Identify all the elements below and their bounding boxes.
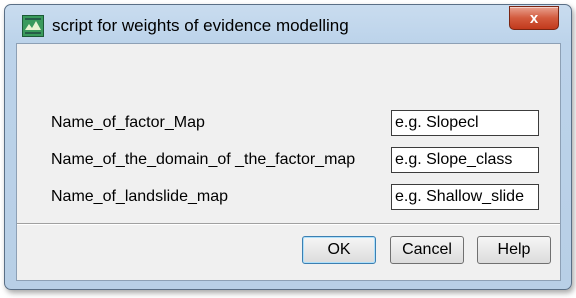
help-button[interactable]: Help (477, 236, 551, 264)
domain-input[interactable] (391, 147, 539, 173)
landslide-map-label: Name_of_landslide_map (51, 188, 228, 205)
app-map-icon (22, 15, 44, 37)
dialog-window: script for weights of evidence modelling… (4, 4, 572, 290)
landslide-map-input[interactable] (391, 184, 539, 210)
separator (17, 223, 560, 225)
title-bar[interactable]: script for weights of evidence modelling… (5, 5, 571, 43)
ok-button[interactable]: OK (302, 236, 376, 264)
window-title: script for weights of evidence modelling (52, 16, 349, 35)
factor-map-label: Name_of_factor_Map (51, 114, 205, 131)
cancel-button[interactable]: Cancel (390, 236, 464, 264)
close-icon: x (529, 9, 539, 27)
close-button[interactable]: x (509, 6, 559, 30)
dialog-body: Name_of_factor_Map Name_of_the_domain_of… (16, 43, 561, 281)
factor-map-input[interactable] (391, 110, 539, 136)
domain-label: Name_of_the_domain_of _the_factor_map (51, 151, 356, 168)
